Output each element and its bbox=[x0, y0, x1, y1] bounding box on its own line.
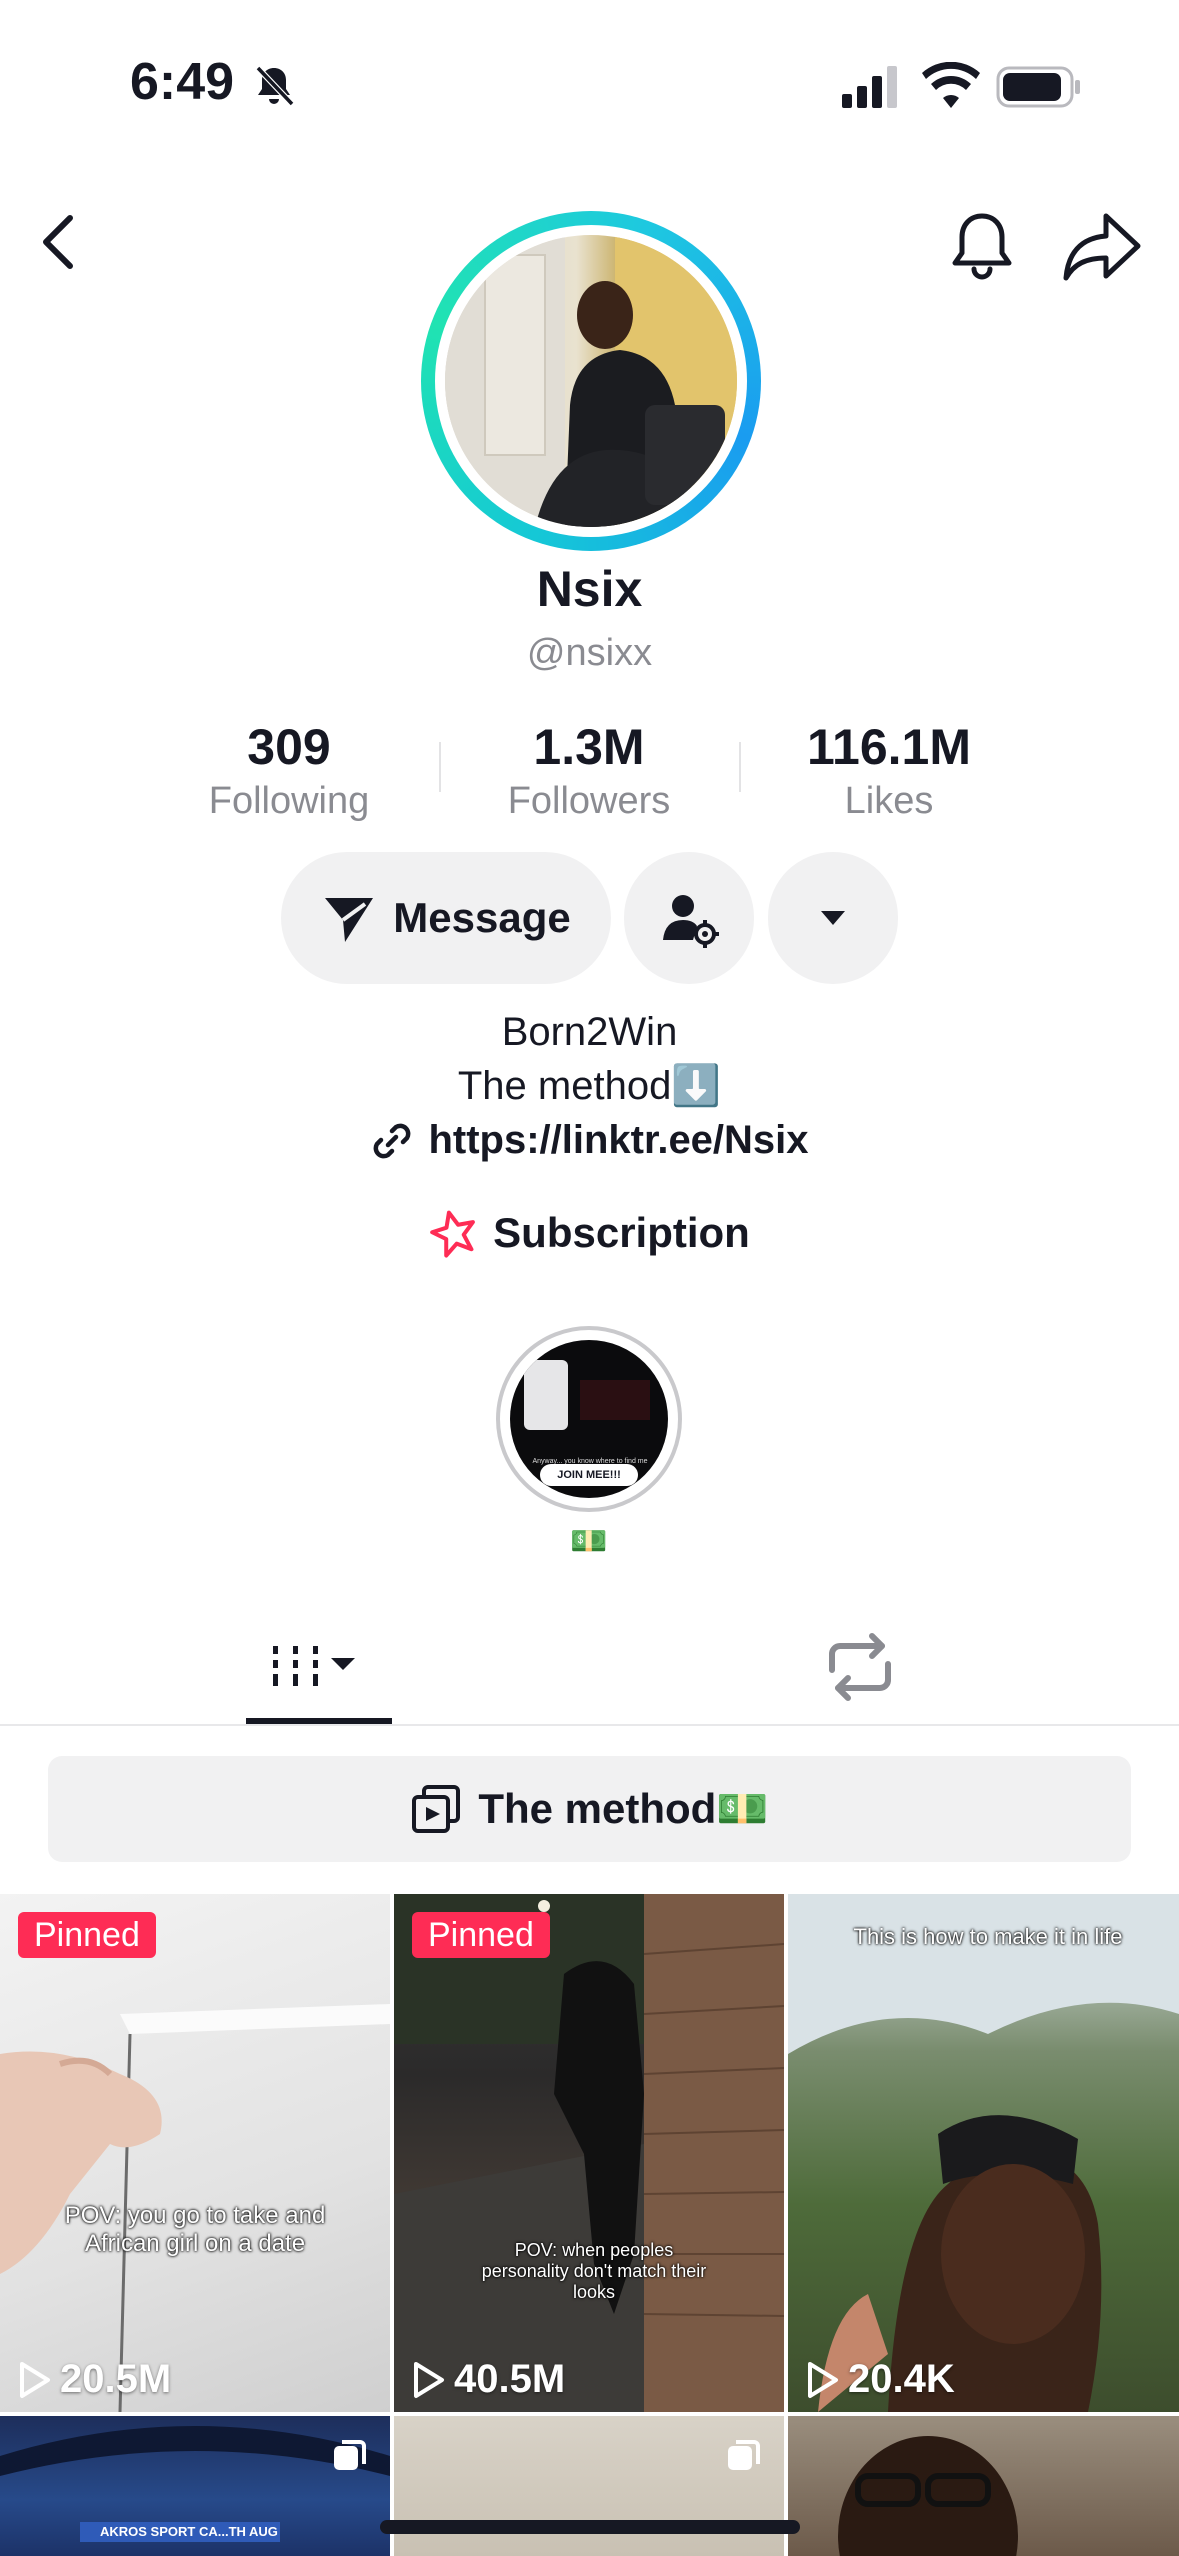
video-tile[interactable]: Pinned POV: you go to take and African g… bbox=[0, 1894, 390, 2412]
cellular-signal-icon bbox=[842, 66, 897, 108]
play-icon bbox=[20, 2361, 50, 2398]
stat-likes[interactable]: 116.1M Likes bbox=[739, 718, 1039, 823]
playlist-icon bbox=[412, 1785, 461, 1833]
highlight-tag: JOIN MEE!!! bbox=[540, 1464, 638, 1486]
multi-photo-icon bbox=[728, 2440, 760, 2470]
send-icon bbox=[325, 898, 374, 942]
view-count-value: 20.4K bbox=[848, 2357, 955, 2401]
video-thumbnail bbox=[0, 2004, 390, 2412]
multi-photo-icon bbox=[334, 2440, 366, 2470]
video-thumbnail bbox=[394, 1894, 784, 2412]
subscription-label: Subscription bbox=[493, 1209, 750, 1256]
highlight-thumbnail bbox=[524, 1360, 568, 1430]
bio-line: Born2Win bbox=[501, 1010, 678, 1054]
message-label: Message bbox=[393, 894, 571, 941]
view-count: 40.5M bbox=[410, 2357, 565, 2402]
home-indicator[interactable] bbox=[380, 2520, 800, 2534]
pinned-badge: Pinned bbox=[18, 1912, 156, 1958]
more-dropdown-button[interactable] bbox=[768, 852, 898, 984]
link-url: https://linktr.ee/Nsix bbox=[428, 1118, 809, 1162]
bio-link[interactable]: https://linktr.ee/Nsix bbox=[0, 1118, 1179, 1163]
play-icon bbox=[414, 2361, 444, 2398]
back-arrow-icon[interactable] bbox=[30, 206, 90, 278]
video-caption: POV: you go to take and African girl on … bbox=[64, 2202, 326, 2257]
view-count: 20.4K bbox=[804, 2357, 955, 2402]
pinned-badge: Pinned bbox=[412, 1912, 550, 1958]
share-arrow-icon[interactable] bbox=[1060, 208, 1144, 284]
bio-line: The method⬇️ bbox=[457, 1064, 722, 1108]
video-caption: POV: when peoples personality don't matc… bbox=[481, 2240, 707, 2302]
highlight-title: 💵 bbox=[570, 1525, 608, 1558]
video-tile[interactable] bbox=[788, 2416, 1179, 2556]
status-time: 6:49 bbox=[130, 53, 235, 111]
view-count-value: 20.5M bbox=[60, 2357, 172, 2401]
stat-label: Followers bbox=[507, 780, 671, 822]
stat-label: Likes bbox=[844, 780, 934, 822]
video-grid-icon bbox=[273, 1646, 355, 1686]
repost-icon[interactable] bbox=[820, 1632, 900, 1702]
story-highlight[interactable]: Anyway... you know where to find me JOIN… bbox=[496, 1326, 682, 1512]
video-thumbnail bbox=[788, 1894, 1179, 2412]
view-count-value: 40.5M bbox=[454, 2357, 566, 2401]
video-thumbnail bbox=[838, 2436, 1018, 2556]
battery-icon bbox=[996, 66, 1080, 108]
video-tile[interactable]: AKROS SPORT CA...TH AUG bbox=[0, 2416, 390, 2556]
subscription-star-icon bbox=[430, 1210, 476, 1258]
display-name: Nsix bbox=[536, 561, 643, 617]
video-caption: AKROS SPORT CA...TH AUG bbox=[100, 2524, 278, 2539]
tabs-divider bbox=[0, 1724, 1179, 1726]
playlist-label: The method💵 bbox=[478, 1784, 769, 1832]
video-tile[interactable]: Pinned POV: when peoples personality don… bbox=[394, 1894, 784, 2412]
message-button[interactable]: Message bbox=[281, 852, 611, 984]
subscription-button[interactable]: Subscription bbox=[0, 1208, 1179, 1258]
video-caption: This is how to make it in life bbox=[853, 1924, 1123, 1949]
profile-avatar[interactable] bbox=[421, 211, 761, 551]
silent-mode-icon bbox=[255, 65, 295, 107]
playlist-button[interactable]: The method💵 bbox=[48, 1756, 1131, 1862]
stat-following[interactable]: 309 Following bbox=[139, 718, 439, 823]
stat-value: 309 bbox=[247, 719, 331, 775]
play-icon bbox=[808, 2361, 838, 2398]
friend-settings-button[interactable] bbox=[624, 852, 754, 984]
stat-value: 116.1M bbox=[806, 719, 971, 775]
avatar-photo bbox=[445, 235, 737, 527]
stat-label: Following bbox=[208, 780, 370, 822]
video-tile[interactable] bbox=[394, 2416, 784, 2556]
username: @nsixx bbox=[526, 632, 653, 674]
tab-videos[interactable] bbox=[246, 1620, 392, 1724]
stat-value: 1.3M bbox=[533, 719, 645, 775]
video-tile[interactable]: This is how to make it in life 20.4K bbox=[788, 1894, 1179, 2412]
stat-followers[interactable]: 1.3M Followers bbox=[439, 718, 739, 823]
notification-bell-icon[interactable] bbox=[942, 206, 1022, 286]
caret-down-icon bbox=[821, 911, 845, 925]
wifi-icon bbox=[922, 62, 980, 108]
highlight-background bbox=[580, 1380, 650, 1420]
person-gear-icon bbox=[663, 895, 719, 948]
view-count: 20.5M bbox=[16, 2357, 171, 2402]
link-icon bbox=[374, 1123, 411, 1158]
